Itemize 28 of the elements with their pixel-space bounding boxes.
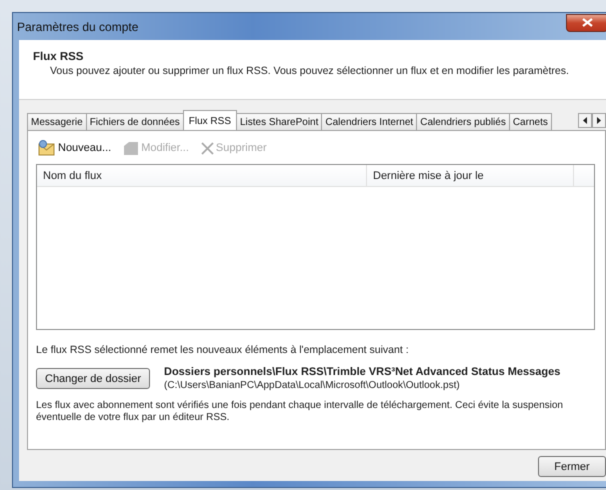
tab[interactable]: Fichiers de données bbox=[86, 113, 184, 130]
right-arrow-icon bbox=[597, 117, 601, 124]
delivery-label: Le flux RSS sélectionné remet les nouveaux éléments à l'emplacement suivant : bbox=[36, 344, 410, 356]
scroll-left-button[interactable] bbox=[578, 113, 592, 128]
tab[interactable]: Calendriers publiés bbox=[416, 113, 510, 130]
tab[interactable]: Messagerie bbox=[27, 113, 87, 130]
file-path: (C:\Users\BanianPC\AppData\Local\Microsoft\Outlook\Outlook.pst) bbox=[164, 380, 461, 391]
column-header[interactable]: Nom du flux bbox=[37, 165, 367, 186]
envelope-icon bbox=[38, 140, 56, 156]
toolbar-button[interactable]: Nouveau... bbox=[36, 140, 114, 156]
scroll-right-button[interactable] bbox=[592, 113, 606, 128]
left-arrow-icon bbox=[583, 117, 587, 124]
header-description: Vous pouvez ajouter ou supprimer un flux RSS. Vous pouvez sélectionner un flux et en modifier les paramètres. bbox=[50, 65, 570, 77]
tab[interactable]: Listes SharePoint bbox=[236, 113, 322, 130]
change-folder-button[interactable]: Changer de dossier bbox=[36, 368, 150, 389]
tab[interactable]: Calendriers Internet bbox=[321, 113, 418, 130]
tab[interactable]: Carnets bbox=[508, 113, 552, 130]
window-title: Paramètres du compte bbox=[17, 20, 138, 34]
header-title: Flux RSS bbox=[33, 51, 84, 63]
close-dialog-button[interactable]: Fermer bbox=[538, 456, 606, 477]
column-header[interactable]: Dernière mise à jour le bbox=[367, 165, 574, 186]
tab[interactable]: Flux RSS bbox=[182, 110, 237, 130]
delete-icon bbox=[200, 142, 214, 154]
close-button[interactable] bbox=[566, 14, 606, 32]
info-text: Les flux avec abonnement sont vérifiés une fois pendant chaque intervalle de téléchargement. Ceci évite la suspension éventuelle de votre flux par un éditeur RSS. bbox=[36, 400, 564, 424]
close-icon bbox=[582, 18, 592, 27]
folder-path: Dossiers personnels\Flux RSS\Trimble VRS³Net Advanced Status Messages bbox=[164, 366, 560, 378]
edit-icon bbox=[123, 140, 140, 156]
